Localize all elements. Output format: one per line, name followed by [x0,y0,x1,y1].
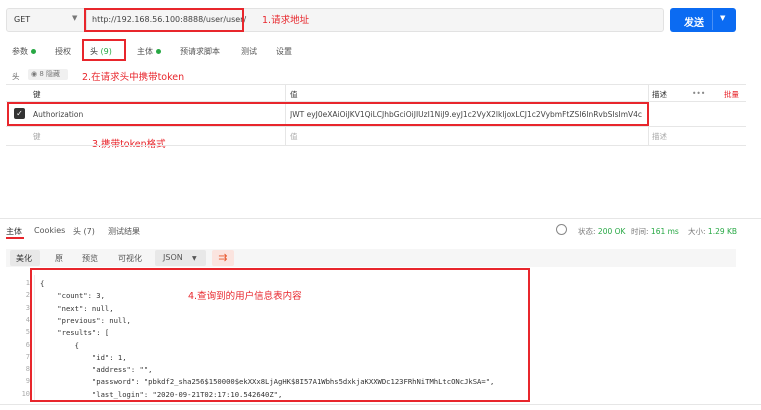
response-tab-cookies[interactable]: Cookies [34,226,65,235]
size-label: 大小: [688,227,706,236]
column-header-description: 描述 [652,90,667,99]
more-options-icon[interactable]: ••• [692,89,705,98]
line-number: 1 [25,279,30,287]
line-number: 3 [25,303,30,312]
chevron-down-icon[interactable]: ▼ [192,255,197,262]
wrap-lines-icon[interactable]: ⇉ [212,250,234,266]
globe-icon[interactable] [556,224,567,235]
chevron-down-icon[interactable]: ▼ [72,14,77,22]
line-number: 6 [25,340,30,349]
divider [6,145,746,146]
status-dot-icon [31,49,36,54]
format-preview-button[interactable]: 预览 [82,253,98,264]
hidden-headers-toggle[interactable]: ◉ 8 隐藏 [28,69,68,80]
column-header-value: 值 [290,90,298,99]
divider [0,218,761,219]
annotation-response-content: 4.查询到的用户信息表内容 [188,291,302,302]
tab-params[interactable]: 参数 [12,46,36,57]
time-indicator: 时间: 161 ms [631,226,679,237]
divider [6,84,746,85]
tab-body-label: 主体 [137,47,153,56]
format-type-label[interactable]: JSON [163,253,183,262]
line-number: 8 [25,365,30,374]
annotation-box-url [84,8,244,32]
send-button-label[interactable]: 发送 [684,14,704,29]
line-number: 9 [25,377,30,386]
header-value-placeholder[interactable]: 值 [290,131,298,142]
tab-pre-request[interactable]: 预请求脚本 [180,46,220,57]
line-number: 4 [25,315,30,324]
format-toolbar [6,249,736,267]
tab-body[interactable]: 主体 [137,46,161,57]
tab-settings[interactable]: 设置 [276,46,292,57]
time-label: 时间: [631,227,649,236]
line-number: 5 [25,328,30,337]
format-pretty-button[interactable]: 美化 [16,253,32,264]
line-number: 10 [21,389,30,398]
response-tab-body[interactable]: 主体 [6,226,22,237]
annotation-box-authorization [7,102,649,126]
column-header-key: 键 [33,90,41,99]
hidden-headers-label: 8 隐藏 [39,70,61,78]
size-value: 1.29 KB [707,227,738,236]
line-number: 7 [25,352,30,361]
divider [712,10,713,30]
divider [0,404,761,405]
headers-section-label: 头 [12,72,20,81]
status-dot-icon [156,49,161,54]
divider [6,126,746,127]
header-description-placeholder[interactable]: 描述 [652,131,667,142]
annotation-headers-token: 2.在请求头中携带token [82,72,185,83]
size-indicator: 大小: 1.29 KB [688,226,737,237]
annotation-box-headers-tab [82,39,126,61]
status-value: 200 OK [597,227,626,236]
tab-tests[interactable]: 测试 [241,46,257,57]
time-value: 161 ms [650,227,679,236]
response-tab-test-results[interactable]: 测试结果 [108,226,140,237]
annotation-token-format: 3.携带token格式 [92,136,166,150]
bulk-edit-link[interactable]: 批量 [724,89,739,100]
format-visualize-button[interactable]: 可视化 [118,253,142,264]
response-tab-headers[interactable]: 头 (7) [73,226,95,237]
chevron-down-icon[interactable]: ▼ [720,14,725,22]
tab-params-label: 参数 [12,47,28,56]
tab-auth[interactable]: 授权 [55,46,71,57]
status-indicator: 状态: 200 OK [578,226,625,237]
status-label: 状态: [578,227,596,236]
header-key-placeholder[interactable]: 键 [33,131,41,142]
active-tab-indicator [6,237,24,239]
annotation-request-url: 1.请求地址 [262,15,310,26]
format-raw-button[interactable]: 原 [55,253,63,264]
method-select[interactable]: GET [14,15,30,24]
line-number: 2 [25,291,30,300]
